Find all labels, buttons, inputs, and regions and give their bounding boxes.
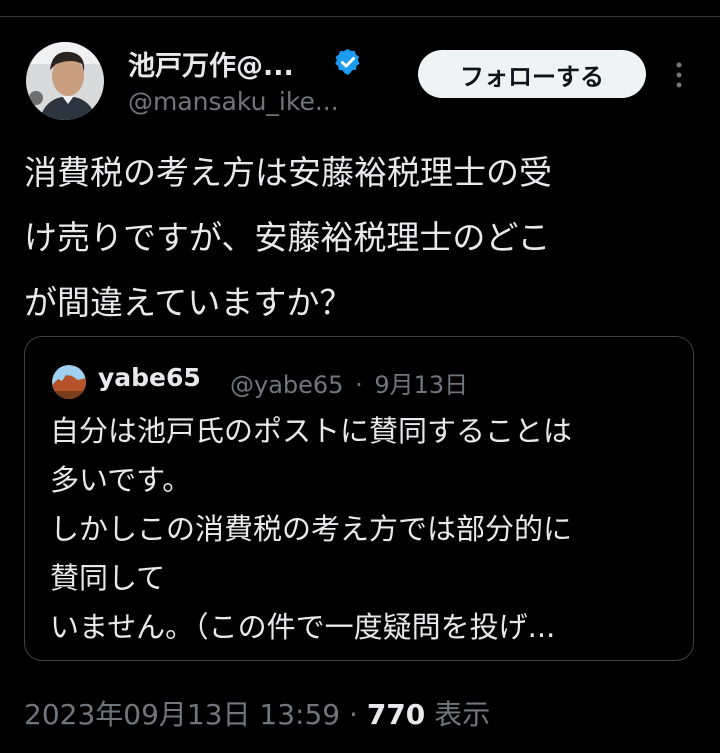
tweet-text-line: が間違えていますか？ — [24, 283, 353, 322]
quoted-text-line: いません。（この件で一度疑問を投げ... — [50, 610, 556, 644]
tweet-text-line: け売りですが、安藤裕税理士のどこ — [24, 218, 551, 257]
quoted-date: 9月13日 — [374, 371, 469, 399]
footer-separator: · — [349, 698, 358, 731]
quoted-text-line: 多いです。 — [50, 463, 192, 497]
tweet-timestamp[interactable]: 2023年09月13日 13:59 — [24, 698, 340, 731]
quoted-author-name: yabe65 — [98, 363, 201, 392]
author-avatar[interactable] — [26, 42, 104, 120]
quoted-text-line: 自分は池戸氏のポストに賛同することは — [50, 414, 573, 448]
tweet-footer: 2023年09月13日 13:59 · 770 表示 — [24, 693, 490, 733]
quoted-text-line: 賛同して — [50, 561, 166, 595]
author-handle[interactable]: @mansaku_ike... — [128, 87, 339, 116]
tweet-text-line: 消費税の考え方は安藤裕税理士の受 — [24, 153, 552, 192]
more-options-icon[interactable] — [670, 60, 688, 90]
quoted-tweet-text: 自分は池戸氏のポストに賛同することは 多いです。 しかしこの消費税の考え方では部… — [50, 407, 690, 652]
quoted-author-handle: @yabe65 — [230, 371, 344, 399]
view-label: 表示 — [434, 698, 491, 731]
quoted-separator: · — [355, 371, 363, 399]
quoted-text-line: しかしこの消費税の考え方では部分的に — [50, 512, 573, 546]
quoted-tweet-card[interactable]: yabe65 @yabe65 · 9月13日 自分は池戸氏のポストに賛同すること… — [24, 336, 694, 661]
follow-button[interactable]: フォローする — [418, 50, 646, 98]
verified-badge-icon — [335, 48, 360, 75]
quoted-meta: @yabe65 · 9月13日 — [230, 365, 468, 400]
tweet-text: 消費税の考え方は安藤裕税理士の受 け売りですが、安藤裕税理士のどこ が間違えてい… — [24, 140, 704, 335]
quoted-author-avatar — [52, 365, 86, 399]
view-count: 770 — [366, 698, 426, 731]
top-divider — [0, 16, 720, 17]
author-display-name[interactable]: 池戸万作@... — [128, 44, 294, 83]
